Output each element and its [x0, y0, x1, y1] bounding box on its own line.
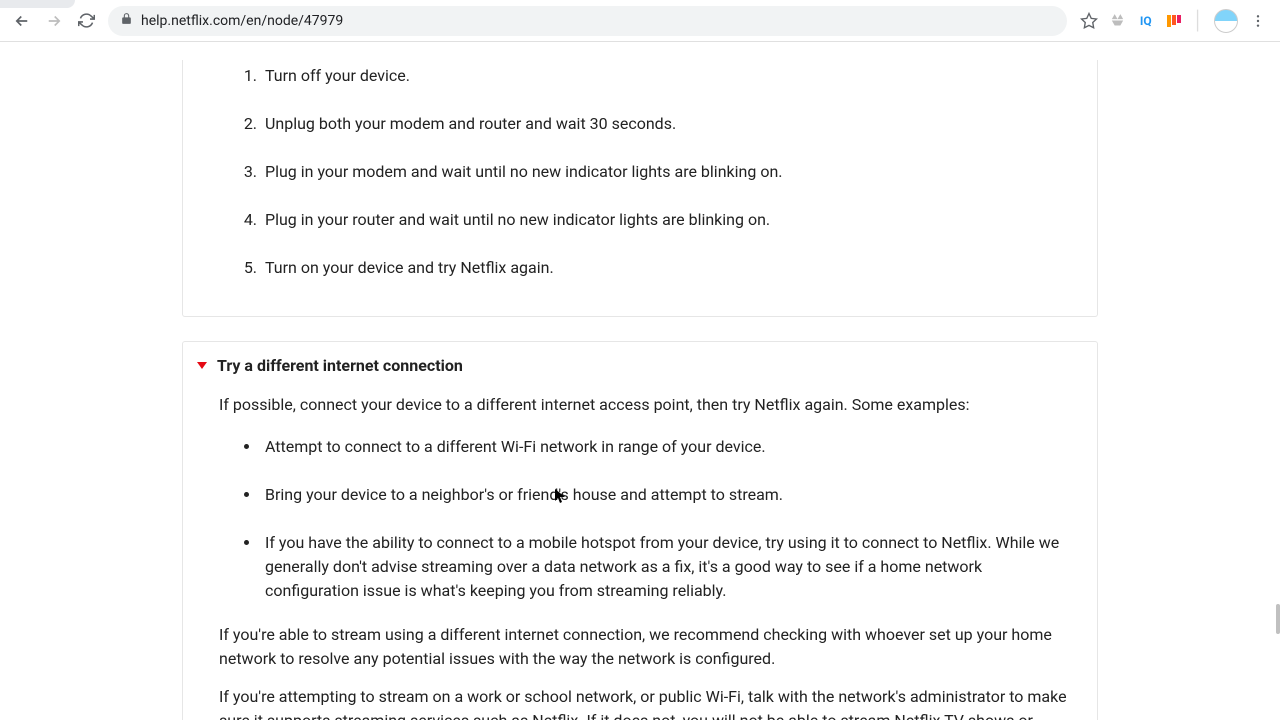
address-bar[interactable]: help.netflix.com/en/node/47979 [108, 6, 1067, 36]
chevron-down-icon [197, 362, 207, 369]
kebab-menu-icon[interactable] [1248, 11, 1268, 31]
extension-drive-icon[interactable] [1109, 12, 1127, 30]
tab-strip-hint [0, 0, 75, 8]
bookmark-star-icon[interactable] [1079, 11, 1099, 31]
step-item: Turn off your device. [261, 60, 1079, 108]
bullet-item: Bring your device to a neighbor's or fri… [261, 479, 1079, 527]
paragraph: If you're attempting to stream on a work… [219, 685, 1079, 720]
url-text: help.netflix.com/en/node/47979 [141, 13, 343, 29]
steps-list: Turn off your device. Unplug both your m… [237, 60, 1079, 286]
browser-toolbar: help.netflix.com/en/node/47979 IQ │ [0, 0, 1280, 42]
toolbar-separator: │ [1193, 10, 1204, 31]
step-item: Plug in your router and wait until no ne… [261, 204, 1079, 252]
forward-button[interactable] [40, 7, 68, 35]
accordion-header[interactable]: Try a different internet connection [197, 356, 1083, 375]
accordion-title: Try a different internet connection [217, 356, 463, 375]
bullet-item: Attempt to connect to a different Wi-Fi … [261, 431, 1079, 479]
paragraph: If you're able to stream using a differe… [219, 623, 1079, 671]
back-button[interactable] [8, 7, 36, 35]
lock-icon [120, 12, 133, 29]
step-item: Plug in your modem and wait until no new… [261, 156, 1079, 204]
bullet-item: If you have the ability to connect to a … [261, 527, 1079, 609]
extension-m-icon[interactable] [1165, 12, 1183, 30]
profile-avatar[interactable] [1214, 9, 1238, 33]
page-content: Turn off your device. Unplug both your m… [0, 42, 1280, 720]
step-item: Turn on your device and try Netflix agai… [261, 252, 1079, 286]
extension-iq-icon[interactable]: IQ [1137, 12, 1155, 30]
intro-text: If possible, connect your device to a di… [219, 393, 1079, 417]
accordion-restart-network: Turn off your device. Unplug both your m… [182, 60, 1098, 317]
scrollbar-thumb[interactable] [1276, 604, 1280, 634]
step-item: Unplug both your modem and router and wa… [261, 108, 1079, 156]
accordion-different-connection: Try a different internet connection If p… [182, 341, 1098, 720]
bullet-list: Attempt to connect to a different Wi-Fi … [237, 431, 1079, 609]
reload-button[interactable] [72, 7, 100, 35]
